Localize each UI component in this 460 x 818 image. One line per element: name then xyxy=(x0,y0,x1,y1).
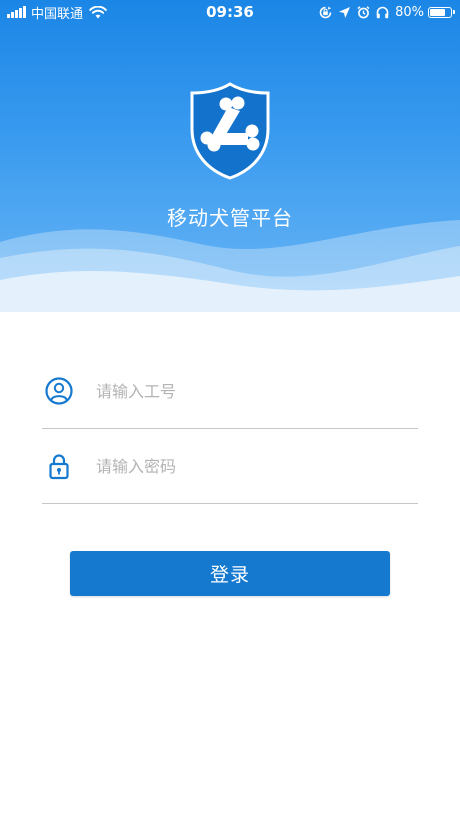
login-button[interactable]: 登录 xyxy=(70,551,390,596)
user-circle-icon xyxy=(45,377,73,405)
status-right: 80% xyxy=(313,4,455,20)
login-screen: 中国联通 09:36 80% 移动犬管平台 请输入工号 登录 xyxy=(0,0,460,818)
lock-icon xyxy=(49,454,69,480)
status-bar: 中国联通 09:36 80% xyxy=(0,0,460,24)
headphones-icon xyxy=(376,6,389,18)
password-field xyxy=(42,443,418,504)
shield-bone-icon xyxy=(190,82,270,180)
battery-level-fill xyxy=(430,8,446,16)
username-field xyxy=(42,368,418,429)
password-input[interactable] xyxy=(96,449,406,483)
screen-rotation-lock-icon xyxy=(319,6,332,18)
battery-icon xyxy=(428,6,455,18)
header-banner: 中国联通 09:36 80% 移动犬管平台 xyxy=(0,0,460,312)
battery-percent: 80% xyxy=(395,4,424,20)
location-arrow-icon xyxy=(339,6,351,18)
username-input[interactable] xyxy=(96,374,406,408)
decorative-waves xyxy=(0,220,460,312)
alarm-icon xyxy=(357,5,370,18)
